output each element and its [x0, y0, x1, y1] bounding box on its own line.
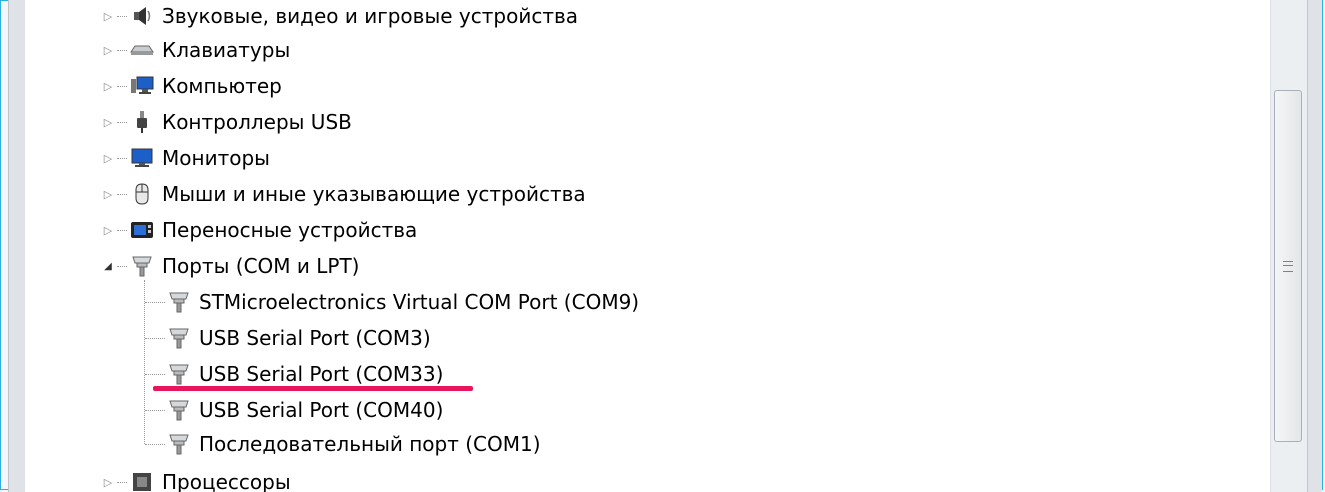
expand-arrow-icon[interactable]: ▷ — [101, 223, 115, 237]
tree-connector-line — [145, 444, 165, 445]
device-tree[interactable]: ▷ Звуковые, видео и игровые устройства ▷… — [25, 0, 1270, 492]
mouse-icon — [130, 182, 154, 206]
tree-item-usb-controllers[interactable]: ▷ Контроллеры USB — [101, 106, 352, 138]
expand-arrow-icon[interactable]: ▷ — [101, 115, 115, 129]
tree-connector-line — [145, 338, 165, 339]
port-icon — [167, 398, 191, 422]
port-icon — [167, 362, 191, 386]
tree-dotted-line — [117, 49, 127, 51]
collapse-arrow-icon[interactable]: ◢ — [101, 259, 115, 273]
tree-dotted-line — [117, 15, 127, 17]
tree-item-label: STMicroelectronics Virtual COM Port (COM… — [199, 290, 640, 314]
tree-dotted-line — [117, 481, 127, 483]
highlight-underline — [153, 386, 473, 391]
tree-item-portable-devices[interactable]: ▷ Переносные устройства — [101, 214, 418, 246]
tree-item-label: Компьютер — [162, 74, 282, 98]
tree-dotted-line — [117, 85, 127, 87]
tree-item-mice[interactable]: ▷ Мыши и иные указывающие устройства — [101, 178, 586, 210]
tree-item-com9[interactable]: STMicroelectronics Virtual COM Port (COM… — [167, 286, 639, 318]
monitor-icon — [130, 146, 154, 170]
computer-icon — [130, 74, 154, 98]
tree-connector-line — [145, 374, 165, 375]
expand-arrow-icon[interactable]: ▷ — [101, 9, 115, 23]
port-icon — [167, 290, 191, 314]
tree-item-sound[interactable]: ▷ Звуковые, видео и игровые устройства — [101, 0, 578, 32]
speaker-icon — [130, 4, 154, 28]
tree-dotted-line — [117, 265, 127, 267]
tree-dotted-line — [117, 157, 127, 159]
tree-item-label: Мыши и иные указывающие устройства — [162, 182, 586, 206]
right-pane-border — [1307, 0, 1322, 492]
tree-item-com3[interactable]: USB Serial Port (COM3) — [167, 322, 431, 354]
tree-connector-line — [145, 410, 165, 411]
expand-arrow-icon[interactable]: ▷ — [101, 43, 115, 57]
tree-dotted-line — [117, 193, 127, 195]
tree-connector-line — [145, 302, 165, 303]
tree-item-label: Клавиатуры — [162, 38, 291, 62]
tree-item-label: Порты (COM и LPT) — [162, 254, 360, 278]
tree-connector-line — [144, 280, 145, 444]
portable-device-icon — [130, 218, 154, 242]
tree-item-processors[interactable]: ▷ Процессоры — [101, 466, 291, 492]
tree-dotted-line — [117, 229, 127, 231]
tree-item-label: Звуковые, видео и игровые устройства — [162, 4, 579, 28]
port-icon — [130, 254, 154, 278]
keyboard-icon — [130, 38, 154, 62]
usb-plug-icon — [130, 110, 154, 134]
expand-arrow-icon[interactable]: ▷ — [101, 187, 115, 201]
tree-item-label: Переносные устройства — [162, 218, 418, 242]
tree-item-label: Мониторы — [162, 146, 270, 170]
tree-item-keyboards[interactable]: ▷ Клавиатуры — [101, 34, 291, 66]
tree-item-computer[interactable]: ▷ Компьютер — [101, 70, 282, 102]
expand-arrow-icon[interactable]: ▷ — [101, 475, 115, 489]
tree-item-label: Контроллеры USB — [162, 110, 352, 134]
tree-dotted-line — [117, 121, 127, 123]
vertical-scrollbar[interactable] — [1270, 0, 1307, 492]
tree-item-label: USB Serial Port (COM3) — [199, 326, 431, 350]
tree-item-label: USB Serial Port (COM40) — [199, 398, 444, 422]
grip-icon — [1283, 261, 1293, 272]
processor-icon — [130, 470, 154, 492]
tree-item-label: Последовательный порт (COM1) — [199, 432, 541, 456]
expand-arrow-icon[interactable]: ▷ — [101, 151, 115, 165]
tree-item-monitors[interactable]: ▷ Мониторы — [101, 142, 270, 174]
port-icon — [167, 432, 191, 456]
left-pane-border — [8, 0, 26, 492]
scrollbar-thumb[interactable] — [1274, 90, 1302, 442]
expand-arrow-icon[interactable]: ▷ — [101, 79, 115, 93]
tree-item-com40[interactable]: USB Serial Port (COM40) — [167, 394, 443, 426]
tree-item-com1[interactable]: Последовательный порт (COM1) — [167, 428, 541, 460]
port-icon — [167, 326, 191, 350]
tree-item-ports[interactable]: ◢ Порты (COM и LPT) — [101, 250, 359, 282]
tree-item-label: Процессоры — [162, 470, 291, 492]
